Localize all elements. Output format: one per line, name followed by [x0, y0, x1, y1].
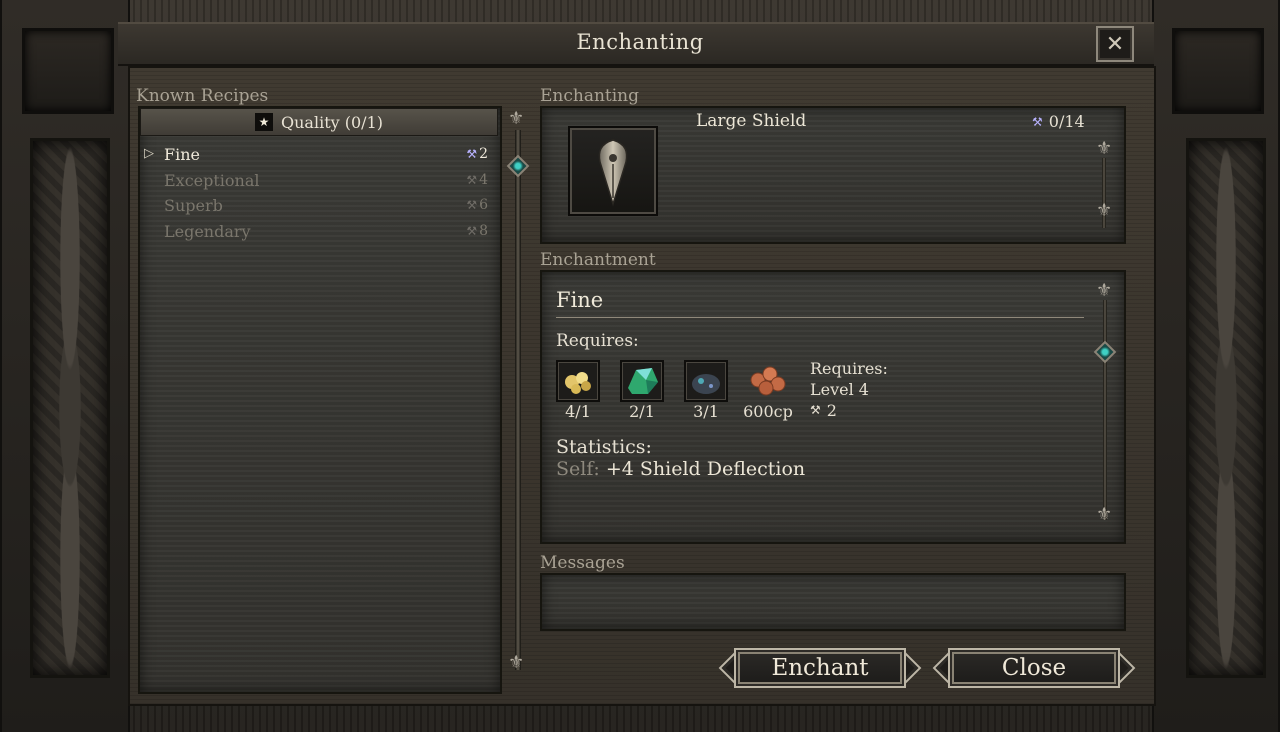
level-requirement: Requires: Level 4 ⚒ 2	[810, 358, 888, 421]
dark-ore-icon	[692, 374, 720, 394]
stat-value: +4 Shield Deflection	[605, 458, 806, 480]
quality-filter[interactable]: ★ Quality (0/1)	[140, 108, 498, 136]
messages-panel	[540, 573, 1126, 631]
requires-label: Requires:	[556, 331, 639, 351]
right-carved-panel	[1186, 138, 1266, 678]
recipe-name: Fine	[164, 144, 200, 164]
recipe-cost-value: 2	[479, 146, 488, 162]
stat-target: Self:	[556, 458, 600, 480]
recipes-scrollbar[interactable]	[515, 130, 521, 670]
large-shield-icon	[598, 139, 628, 207]
item-capacity: ⚒ 0/14	[1032, 112, 1085, 131]
close-icon: ✕	[1105, 31, 1125, 57]
anvil-icon: ⚒	[466, 224, 478, 238]
recipe-cost-value: 8	[479, 223, 488, 239]
ingredient-count: 2/1	[629, 402, 655, 421]
known-recipes-label: Known Recipes	[136, 86, 269, 106]
anvil-icon: ⚒	[810, 403, 821, 417]
recipe-cost-value: 6	[479, 197, 488, 213]
close-window-button[interactable]: ✕	[1096, 26, 1134, 62]
enchanting-label: Enchanting	[540, 86, 640, 106]
recipe-cost: ⚒ 4	[466, 172, 488, 188]
enchant-button[interactable]: Enchant	[734, 648, 906, 688]
anvil-icon: ⚒	[466, 147, 478, 161]
enchantment-label: Enchantment	[540, 250, 656, 270]
divider	[556, 317, 1084, 318]
recipe-item-superb[interactable]: Superb ⚒ 6	[164, 193, 488, 217]
ingredient-slot[interactable]	[556, 360, 600, 402]
ingredient-slot[interactable]	[620, 360, 664, 402]
scroll-up-icon[interactable]: ⚜	[1096, 280, 1112, 301]
close-button[interactable]: Close	[948, 648, 1120, 688]
required-cost: ⚒ 2	[810, 400, 888, 421]
window-title: Enchanting	[576, 30, 704, 54]
recipe-cost-value: 4	[479, 172, 488, 188]
ingredient-slot[interactable]	[684, 360, 728, 402]
currency-slot	[746, 360, 790, 402]
gold-nugget-icon	[565, 372, 591, 394]
anvil-icon: ⚒	[466, 198, 478, 212]
statistics-label: Statistics:	[556, 436, 652, 458]
left-frame-column	[0, 0, 130, 732]
enchantment-scrollbar[interactable]	[1103, 300, 1107, 520]
green-gem-icon	[628, 368, 658, 394]
ingredient-count: 3/1	[693, 402, 719, 421]
anvil-icon: ⚒	[1032, 114, 1043, 129]
recipe-item-exceptional[interactable]: Exceptional ⚒ 4	[164, 168, 488, 192]
scroll-down-icon[interactable]: ⚜	[1096, 200, 1112, 221]
required-level: Level 4	[810, 380, 869, 399]
scroll-down-icon[interactable]: ⚜	[508, 652, 524, 673]
left-carved-panel	[30, 138, 110, 678]
ingredient-count: 4/1	[565, 402, 591, 421]
recipe-name: Superb	[164, 195, 223, 215]
messages-label: Messages	[540, 553, 625, 573]
recipe-name: Exceptional	[164, 170, 260, 190]
recipe-cost: ⚒ 6	[466, 197, 488, 213]
item-name: Large Shield	[696, 111, 807, 131]
anvil-icon: ⚒	[466, 173, 478, 187]
recipe-item-fine[interactable]: Fine ⚒ 2	[164, 142, 488, 166]
capacity-value: 0/14	[1048, 112, 1085, 131]
right-frame-column	[1152, 0, 1280, 732]
recipe-item-legendary[interactable]: Legendary ⚒ 8	[164, 219, 488, 243]
scroll-up-icon[interactable]: ⚜	[1096, 138, 1112, 159]
currency-amount: 600cp	[743, 402, 793, 421]
quality-filter-label: Quality (0/1)	[281, 112, 383, 132]
requires-level-label: Requires:	[810, 359, 888, 378]
recipe-name: Legendary	[164, 221, 251, 241]
recipe-cost: ⚒ 2	[466, 146, 488, 162]
star-icon: ★	[255, 113, 273, 131]
copper-coins-icon	[750, 366, 786, 396]
scroll-down-icon[interactable]: ⚜	[1096, 504, 1112, 525]
required-cost-value: 2	[826, 401, 837, 420]
recipe-cost: ⚒ 8	[466, 223, 488, 239]
stat-line: Self: +4 Shield Deflection	[556, 458, 805, 480]
item-slot[interactable]	[568, 126, 658, 216]
enchantment-name: Fine	[556, 288, 604, 312]
selected-arrow-icon: ▷	[144, 146, 154, 161]
scroll-up-icon[interactable]: ⚜	[508, 108, 524, 129]
